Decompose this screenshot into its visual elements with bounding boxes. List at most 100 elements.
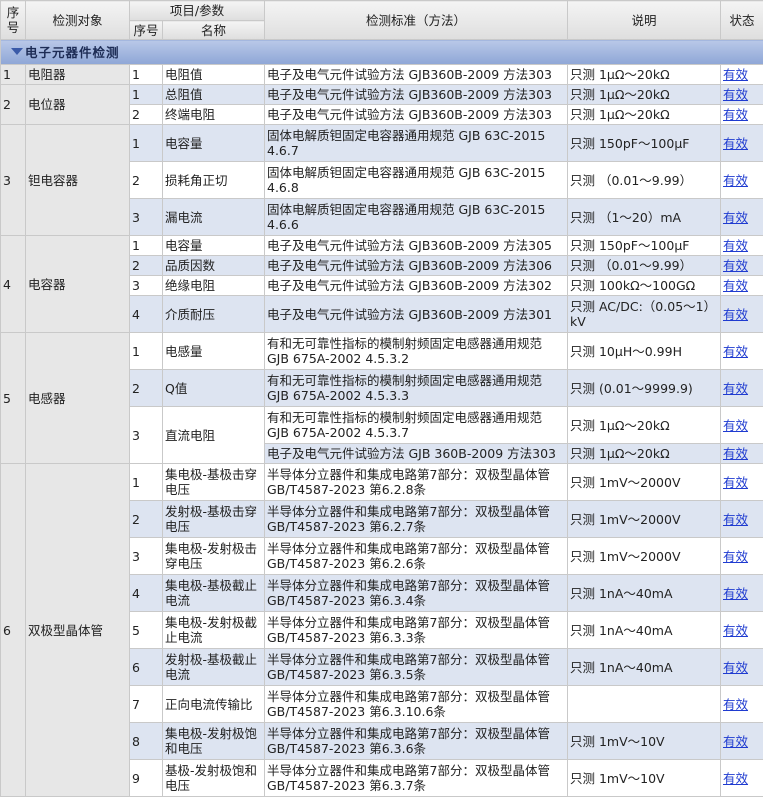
row-status: 有效 — [720, 295, 763, 333]
status-link[interactable]: 有效 — [723, 586, 748, 601]
header-object: 检测对象 — [25, 0, 130, 40]
row-sub-seq: 5 — [129, 611, 163, 649]
row-note: 只测 1nA～40mA — [567, 574, 721, 612]
row-status: 有效 — [720, 84, 763, 105]
row-standard: 半导体分立器件和集成电路第7部分：双极型晶体管 GB/T4587-2023 第6… — [264, 574, 568, 612]
row-sub-seq: 4 — [129, 295, 163, 333]
row-standard: 电子及电气元件试验方法 GJB360B-2009 方法303 — [264, 64, 568, 85]
status-link[interactable]: 有效 — [723, 136, 748, 151]
row-status: 有效 — [720, 161, 763, 199]
status-link[interactable]: 有效 — [723, 238, 748, 253]
row-object: 钽电容器 — [25, 124, 130, 236]
row-sub-seq: 2 — [129, 104, 163, 125]
row-param-name: 电阻值 — [162, 64, 265, 85]
section-header[interactable]: 电子元器件检测 — [0, 39, 763, 65]
row-note: 只测 1mV～10V — [567, 722, 721, 760]
row-sub-seq: 7 — [129, 685, 163, 723]
section-row[interactable]: 电子元器件检测 — [0, 39, 763, 65]
row-param-name: 电感量 — [162, 332, 265, 370]
status-link[interactable]: 有效 — [723, 660, 748, 675]
row-standard: 电子及电气元件试验方法 GJB360B-2009 方法302 — [264, 275, 568, 296]
row-param-name: 集电极-发射极饱和电压 — [162, 722, 265, 760]
collapse-triangle-icon[interactable] — [11, 47, 23, 55]
row-sub-seq: 8 — [129, 722, 163, 760]
row-seq: 6 — [0, 463, 26, 797]
row-sub-seq: 1 — [129, 463, 163, 501]
row-seq: 5 — [0, 332, 26, 464]
row-note: 只测 150pF～100μF — [567, 124, 721, 162]
row-param-name: 绝缘电阻 — [162, 275, 265, 296]
row-note: 只测 1μΩ～20kΩ — [567, 406, 721, 444]
row-status: 有效 — [720, 369, 763, 407]
status-link[interactable]: 有效 — [723, 418, 748, 433]
row-sub-seq: 1 — [129, 332, 163, 370]
row-note: 只测 1mV～2000V — [567, 463, 721, 501]
row-status: 有效 — [720, 443, 763, 464]
header-note: 说明 — [567, 0, 721, 40]
row-sub-seq: 6 — [129, 648, 163, 686]
row-object: 电感器 — [25, 332, 130, 464]
status-link[interactable]: 有效 — [723, 344, 748, 359]
row-standard: 半导体分立器件和集成电路第7部分：双极型晶体管 GB/T4587-2023 第6… — [264, 759, 568, 797]
row-status: 有效 — [720, 332, 763, 370]
row-standard: 半导体分立器件和集成电路第7部分：双极型晶体管 GB/T4587-2023 第6… — [264, 611, 568, 649]
row-standard: 电子及电气元件试验方法 GJB360B-2009 方法301 — [264, 295, 568, 333]
row-status: 有效 — [720, 124, 763, 162]
row-note: 只测 1μΩ～20kΩ — [567, 84, 721, 105]
row-param-name: 发射极-基极击穿电压 — [162, 500, 265, 538]
row-seq: 3 — [0, 124, 26, 236]
row-note: 只测 10μH～0.99H — [567, 332, 721, 370]
row-param-name: 终端电阻 — [162, 104, 265, 125]
header-name: 名称 — [162, 20, 265, 40]
status-link[interactable]: 有效 — [723, 307, 748, 322]
status-link[interactable]: 有效 — [723, 446, 748, 461]
row-sub-seq: 9 — [129, 759, 163, 797]
status-link[interactable]: 有效 — [723, 87, 748, 102]
row-note: 只测 1mV～10V — [567, 759, 721, 797]
row-param-name: 集电极-基极击穿电压 — [162, 463, 265, 501]
row-standard: 电子及电气元件试验方法 GJB360B-2009 方法306 — [264, 255, 568, 276]
row-standard: 半导体分立器件和集成电路第7部分：双极型晶体管 GB/T4587-2023 第6… — [264, 463, 568, 501]
status-link[interactable]: 有效 — [723, 475, 748, 490]
row-param-name: 总阻值 — [162, 84, 265, 105]
row-sub-seq: 1 — [129, 84, 163, 105]
status-link[interactable]: 有效 — [723, 697, 748, 712]
status-link[interactable]: 有效 — [723, 771, 748, 786]
row-standard: 固体电解质钽固定电容器通用规范 GJB 63C-2015 4.6.8 — [264, 161, 568, 199]
row-status: 有效 — [720, 275, 763, 296]
row-standard: 半导体分立器件和集成电路第7部分：双极型晶体管 GB/T4587-2023 第6… — [264, 500, 568, 538]
row-status: 有效 — [720, 463, 763, 501]
status-link[interactable]: 有效 — [723, 107, 748, 122]
header-seq: 序号 — [0, 0, 26, 40]
row-standard: 电子及电气元件试验方法 GJB360B-2009 方法305 — [264, 235, 568, 256]
row-sub-seq: 3 — [129, 537, 163, 575]
row-param-name: 集电极-发射极截止电流 — [162, 611, 265, 649]
row-seq: 4 — [0, 235, 26, 333]
row-sub-seq: 2 — [129, 255, 163, 276]
status-link[interactable]: 有效 — [723, 623, 748, 638]
row-standard: 电子及电气元件试验方法 GJB360B-2009 方法303 — [264, 104, 568, 125]
row-standard: 固体电解质钽固定电容器通用规范 GJB 63C-2015 4.6.7 — [264, 124, 568, 162]
status-link[interactable]: 有效 — [723, 512, 748, 527]
row-seq: 2 — [0, 84, 26, 125]
status-link[interactable]: 有效 — [723, 173, 748, 188]
row-param-name: 介质耐压 — [162, 295, 265, 333]
table-row: 5 电感器 1 电感量 有和无可靠性指标的模制射频固定电感器通用规范 GJB 675A-… — [0, 332, 763, 464]
row-status: 有效 — [720, 104, 763, 125]
row-note: 只测 1mV～2000V — [567, 500, 721, 538]
status-link[interactable]: 有效 — [723, 549, 748, 564]
row-note: 只测 100kΩ～100GΩ — [567, 275, 721, 296]
status-link[interactable]: 有效 — [723, 210, 748, 225]
row-sub-seq: 1 — [129, 235, 163, 256]
status-link[interactable]: 有效 — [723, 278, 748, 293]
row-status: 有效 — [720, 406, 763, 444]
status-link[interactable]: 有效 — [723, 734, 748, 749]
row-note: 只测 1μΩ～20kΩ — [567, 104, 721, 125]
row-standard: 电子及电气元件试验方法 GJB 360B-2009 方法303 — [264, 443, 568, 464]
row-status: 有效 — [720, 64, 763, 85]
status-link[interactable]: 有效 — [723, 67, 748, 82]
status-link[interactable]: 有效 — [723, 258, 748, 273]
row-object: 电阻器 — [25, 64, 130, 85]
row-param-name: 发射极-基极截止电流 — [162, 648, 265, 686]
status-link[interactable]: 有效 — [723, 381, 748, 396]
